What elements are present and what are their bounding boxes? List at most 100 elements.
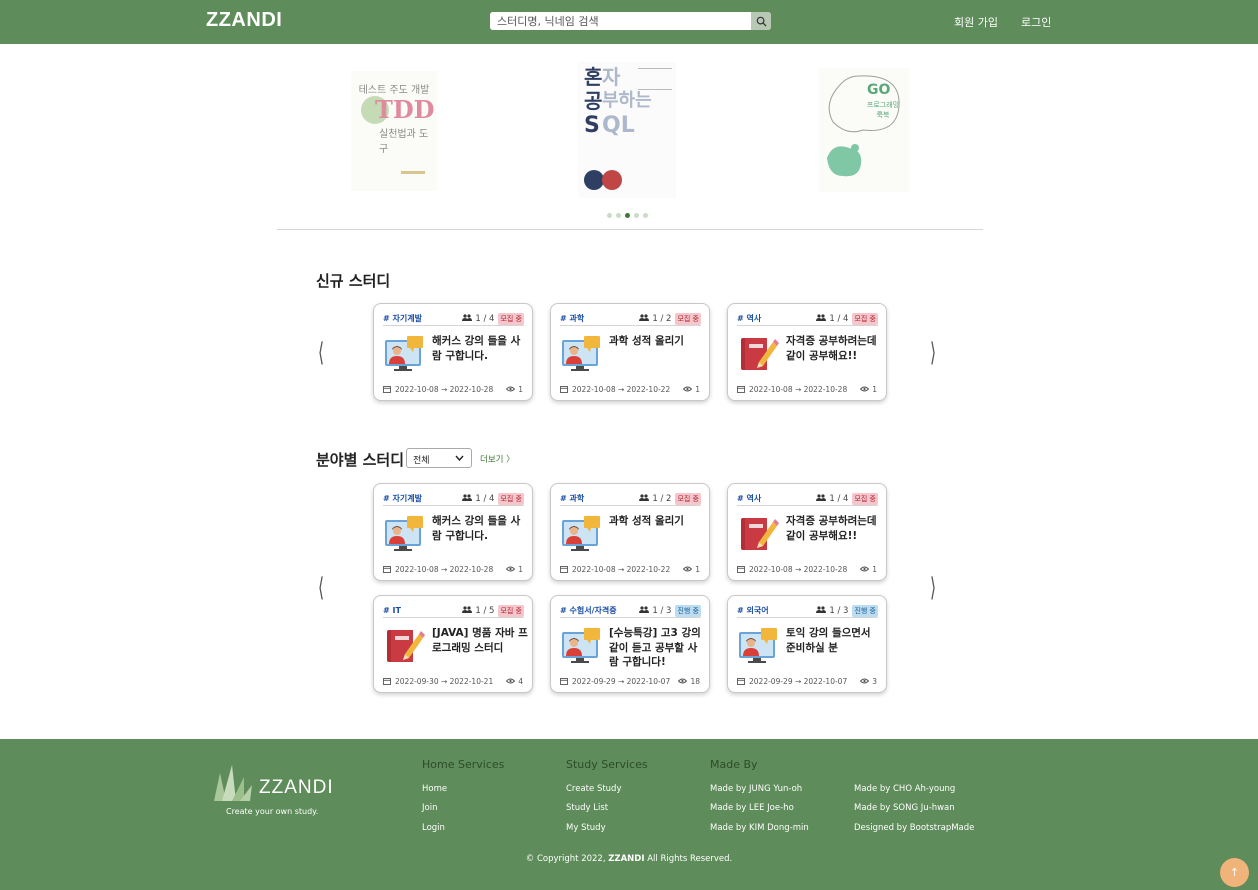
computer-teacher-icon <box>737 626 779 664</box>
login-link[interactable]: 로그인 <box>1021 14 1051 30</box>
study-card[interactable]: # IT 1 / 5 모집 중 [JAVA] 명품 자바 프로그래밍 스터디 2022-… <box>373 595 533 693</box>
book-title-sub: 실천법과 도구 <box>379 129 429 155</box>
card-views: 1 <box>860 565 877 574</box>
book-carousel: 테스트 주도 개발 TDD 실천법과 도구 혼 자 공 부하는 S QL GO … <box>277 44 983 230</box>
card-dates: 2022-10-08 → 2022-10-28 <box>383 385 506 394</box>
see-more-link[interactable]: 더보기 〉 <box>480 453 515 465</box>
card-date-range: 2022-09-29 → 2022-10-07 <box>749 677 848 686</box>
footer-link-login[interactable]: Login <box>422 823 445 833</box>
status-badge: 모집 중 <box>852 492 878 505</box>
footer: ZZANDI Create your own study. Home Servi… <box>0 739 1258 890</box>
calendar-icon <box>383 386 391 393</box>
category-select[interactable]: 전체 <box>406 448 472 468</box>
book-title-main: GO <box>867 82 891 98</box>
study-card[interactable]: # 역사 1 / 4 모집 중 자격증 공부하려는데 같이 공부해요!! 2022-10… <box>727 483 887 581</box>
card-footer: 2022-09-29 → 2022-10-07 18 <box>560 677 700 686</box>
footer-link-home[interactable]: Home <box>422 784 447 794</box>
eye-icon <box>860 566 870 572</box>
book-blurb <box>638 68 672 90</box>
book-cover-tdd[interactable]: 테스트 주도 개발 TDD 실천법과 도구 <box>351 71 437 191</box>
scroll-top-button[interactable]: ↑ <box>1220 858 1249 887</box>
carousel-dot[interactable] <box>607 213 612 218</box>
book-cover-go[interactable]: GO 프로그래밍 룩북 <box>819 68 909 192</box>
search-input[interactable] <box>490 12 751 30</box>
card-views: 18 <box>678 677 700 686</box>
book-title-char: S <box>584 113 600 138</box>
card-views: 1 <box>506 565 523 574</box>
card-date-range: 2022-09-29 → 2022-10-07 <box>572 677 671 686</box>
card-header: # IT 1 / 5 모집 중 <box>383 604 524 618</box>
footer-logo: ZZANDI <box>259 777 334 798</box>
study-card[interactable]: # 외국어 1 / 3 진행 중 토익 강의 들으면서 준비하실 분 2022-09-2… <box>727 595 887 693</box>
signup-link[interactable]: 회원 가입 <box>954 14 998 30</box>
book-title-main: TDD <box>375 95 435 124</box>
card-members: 1 / 4 <box>462 494 494 504</box>
card-members-count: 1 / 4 <box>829 313 849 324</box>
card-members: 1 / 3 <box>639 606 671 616</box>
study-card[interactable]: # 자기계발 1 / 4 모집 중 해커스 강의 들을 사람 구합니다. 2022-10… <box>373 303 533 401</box>
members-icon <box>639 493 650 501</box>
study-card[interactable]: # 수험서/자격증 1 / 3 진행 중 [수능특강] 고3 강의 같이 듣고 공부할… <box>550 595 710 693</box>
carousel-dot[interactable] <box>643 213 648 218</box>
card-date-range: 2022-09-30 → 2022-10-21 <box>395 677 494 686</box>
prev-arrow-icon[interactable]: ⟨ <box>318 575 324 601</box>
book-pencil-icon <box>737 334 779 372</box>
card-members: 1 / 4 <box>816 314 848 324</box>
card-view-count: 18 <box>690 677 700 686</box>
members-icon <box>639 313 650 321</box>
card-title: 해커스 강의 들을 사람 구합니다. <box>432 515 521 542</box>
card-header: # 역사 1 / 4 모집 중 <box>737 312 878 326</box>
credit-item: Made by JUNG Yun-oh <box>710 784 803 794</box>
card-members: 1 / 2 <box>639 494 671 504</box>
field-studies-title: 분야별 스터디 <box>316 451 405 469</box>
footer-link-join[interactable]: Join <box>422 803 437 813</box>
eye-icon <box>506 678 516 684</box>
footer-tagline: Create your own study. <box>226 807 319 816</box>
card-category: # 자기계발 <box>383 494 422 503</box>
study-card[interactable]: # 자기계발 1 / 4 모집 중 해커스 강의 들을 사람 구합니다. 2022-10… <box>373 483 533 581</box>
card-dates: 2022-09-30 → 2022-10-21 <box>383 677 506 686</box>
status-badge: 진행 중 <box>675 604 701 617</box>
calendar-icon <box>737 566 745 573</box>
card-header: # 과학 1 / 2 모집 중 <box>560 312 701 326</box>
card-title: 과학 성적 올리기 <box>609 335 684 347</box>
carousel-dot-active[interactable] <box>625 213 630 218</box>
eye-icon <box>678 678 688 684</box>
site-logo[interactable]: ZZANDI <box>206 9 282 32</box>
copyright-brand: ZZANDI <box>608 854 645 864</box>
study-card[interactable]: # 과학 1 / 2 모집 중 과학 성적 올리기 2022-10-08 → 2022-… <box>550 303 710 401</box>
card-members-count: 1 / 4 <box>829 493 849 504</box>
study-card[interactable]: # 역사 1 / 4 모집 중 자격증 공부하려는데 같이 공부해요!! 2022-10… <box>727 303 887 401</box>
copyright: © Copyright 2022, ZZANDI All Rights Rese… <box>0 854 1258 864</box>
study-card[interactable]: # 과학 1 / 2 모집 중 과학 성적 올리기 2022-10-08 → 2022-… <box>550 483 710 581</box>
credit-item: Made by KIM Dong-min <box>710 823 809 833</box>
next-arrow-icon[interactable]: ⟩ <box>930 575 936 601</box>
book-title-sub: 프로그래밍 룩북 <box>866 101 900 119</box>
card-views: 1 <box>860 385 877 394</box>
footer-link-study-list[interactable]: Study List <box>566 803 608 813</box>
calendar-icon <box>737 386 745 393</box>
card-category: # 과학 <box>560 314 585 323</box>
card-footer: 2022-10-08 → 2022-10-28 1 <box>383 385 523 394</box>
footer-link-create-study[interactable]: Create Study <box>566 784 622 794</box>
eye-icon <box>683 386 693 392</box>
card-date-range: 2022-10-08 → 2022-10-22 <box>572 565 671 574</box>
card-dates: 2022-10-08 → 2022-10-28 <box>737 385 860 394</box>
status-badge: 모집 중 <box>498 604 524 617</box>
card-title: [JAVA] 명품 자바 프로그래밍 스터디 <box>432 627 528 654</box>
card-members-count: 1 / 3 <box>829 605 849 616</box>
search-button[interactable] <box>751 12 771 30</box>
eye-icon <box>506 566 516 572</box>
footer-link-my-study[interactable]: My Study <box>566 823 606 833</box>
book-title-char: 자 <box>602 65 621 89</box>
carousel-dot[interactable] <box>616 213 621 218</box>
card-members: 1 / 4 <box>816 494 848 504</box>
book-cover-sql[interactable]: 혼 자 공 부하는 S QL <box>578 62 676 198</box>
next-arrow-icon[interactable]: ⟩ <box>930 340 936 366</box>
made-by-heading: Made By <box>710 758 758 771</box>
card-date-range: 2022-10-08 → 2022-10-28 <box>749 385 848 394</box>
book-title-char: 혼 <box>584 65 603 89</box>
carousel-dot[interactable] <box>634 213 639 218</box>
status-badge: 모집 중 <box>498 492 524 505</box>
prev-arrow-icon[interactable]: ⟨ <box>318 340 324 366</box>
